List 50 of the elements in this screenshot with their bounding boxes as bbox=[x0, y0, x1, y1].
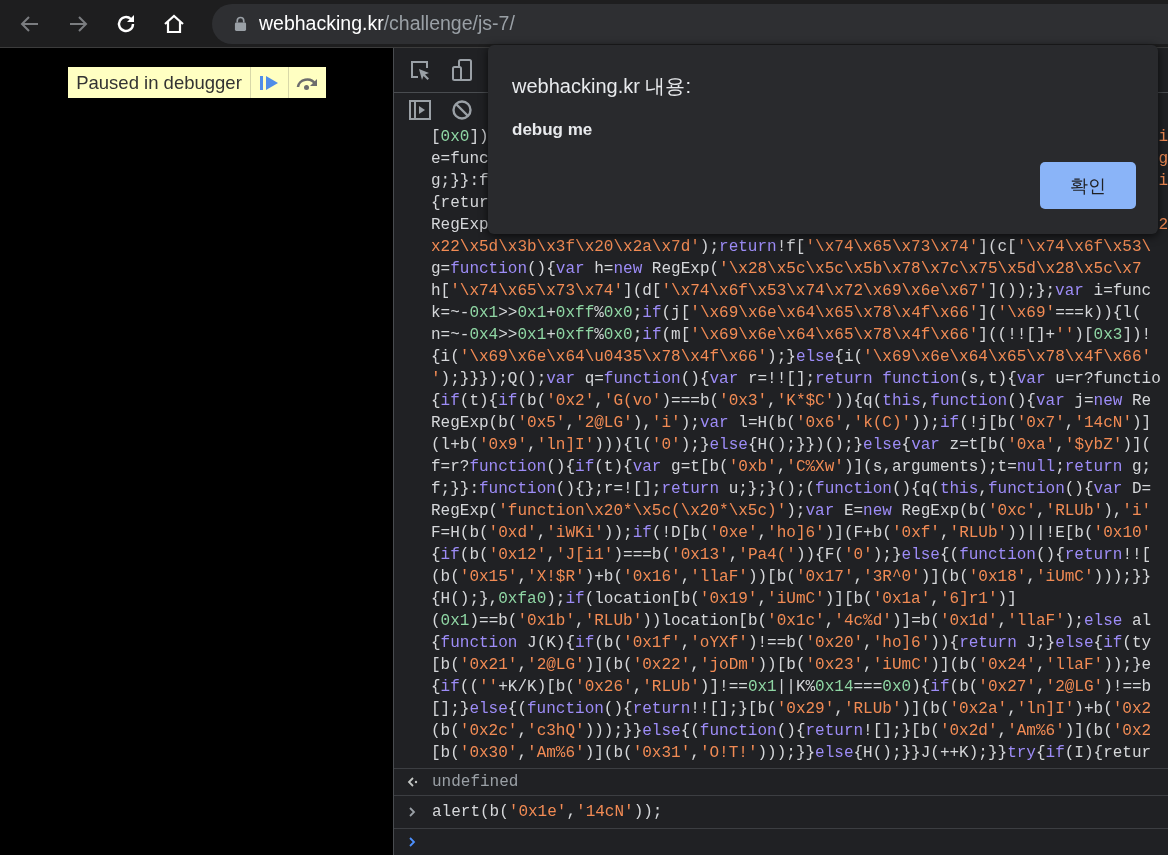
code-line: i bbox=[1158, 127, 1168, 148]
code-line: RegExp(b('0x5','2@LG'),'i');var l=H(b('0x6','k(C)'));if(!j[b('0x7','14cN')] bbox=[431, 413, 1153, 434]
code-line: (b('0x2c','c3hQ')));}}else{(function(){return![];}[b('0x2d','Am%6')](b('0x2 bbox=[431, 721, 1153, 742]
device-toolbar-icon[interactable] bbox=[450, 58, 474, 82]
resume-icon bbox=[259, 74, 280, 91]
code-line: [b('0x21','2@LG')](b('0x22','joDm'))[b('0x23','iUmC')](b('0x24','llaF'));}e bbox=[431, 655, 1153, 676]
command-text: alert(b('0x1e','14cN')); bbox=[432, 803, 663, 821]
inspect-icon[interactable] bbox=[408, 58, 432, 82]
code-line: {if(t){if(b('0x2','G(vo')===b('0x3','K*$C')){q(this,function(){var j=new Re bbox=[431, 391, 1153, 412]
code-line: h['\x74\x65\x73\x74'](d['\x74\x6f\x53\x74\x72\x69\x6e\x67']());};var i=func bbox=[431, 281, 1153, 302]
code-line: {function J(K){if(b('0x1f','oYXf')!==b('0x20','ho]6')){return J;}else{if(ty bbox=[431, 633, 1153, 654]
banner-text: Paused in debugger bbox=[75, 71, 243, 94]
code-line: g=function(){var h=new RegExp('\x28\x5c\x5c\x5b\x78\x7c\x75\x5d\x28\x5c\x7 bbox=[431, 259, 1143, 280]
clear-console-icon[interactable] bbox=[450, 97, 474, 122]
chevron-icon bbox=[406, 806, 418, 818]
code-line: [b('0x30','Am%6')](b('0x31','O!T!')));}}else{H();}}J(++K);}}try{if(I){retur bbox=[431, 743, 1153, 764]
code-line: n=~-0x4>>0x1+0xff%0x0;if(m['\x69\x6e\x64\x65\x78\x4f\x66']((!![]+'')[0x3])! bbox=[431, 325, 1153, 346]
code-line: [];}else{(function(){return!![];}[b('0x29','RLUb')](b('0x2a','ln]I')+b('0x2 bbox=[431, 699, 1153, 720]
code-line: [0x0]) bbox=[431, 127, 489, 148]
lock-icon bbox=[234, 16, 247, 31]
code-line: {i('\x69\x6e\x64\u0435\x78\x4f\x66');}else{i('\x69\x6e\x64\x65\x78\x4f\x66' bbox=[431, 347, 1153, 368]
code-line: RegExp('function\x20*\x5c(\x20*\x5c)');var E=new RegExp(b('0xc','RLUb'),'i' bbox=[431, 501, 1153, 522]
code-line: ');}}});Q();var q=function(){var r=!![];return function(s,t){var u=r?functio bbox=[431, 369, 1162, 390]
code-line: k=~-0x1>>0x1+0xff%0x0;if(j['\x69\x6e\x64\x65\x78\x4f\x66']('\x69'===k)){l( bbox=[431, 303, 1143, 324]
code-line: x22\x5d\x3b\x3f\x20\x2a\x7d');return!f['\x74\x65\x73\x74'](c['\x74\x6f\x53\ bbox=[431, 237, 1153, 258]
address-bar[interactable]: webhacking.kr/challenge/js-7/ bbox=[212, 3, 1168, 44]
code-line: f;}}:function(){};r=![];return u;};}();(function(){q(this,function(){var D= bbox=[431, 479, 1153, 500]
code-line: g;}}:f bbox=[431, 171, 489, 192]
dialog-message: debug me bbox=[512, 120, 594, 140]
code-line: e=func bbox=[431, 149, 489, 170]
code-line: {if((''+K/K)[b('0x26','RLUb')]!==0x1||K%0x14===0x0){if(b('0x27','2@LG')!==b bbox=[431, 677, 1153, 698]
console-result: undefined bbox=[432, 773, 519, 791]
code-line: (0x1)==b('0x1b','RLUb'))location[b('0x1c','4c%d')]=b('0x1d','llaF');else al bbox=[431, 611, 1153, 632]
code-line: g bbox=[1158, 149, 1168, 170]
code-line: f=r?function(){if(t){var g=t[b('0xb','C%Xw')](s,arguments);t=null;return g; bbox=[431, 457, 1153, 478]
code-line: 2 bbox=[1158, 215, 1168, 236]
code-line: (l+b('0x9','ln]I'))){l('0');}else{H();}})();}else{var z=t[b('0xa','$ybZ')]( bbox=[431, 435, 1153, 456]
code-line: RegExp bbox=[431, 215, 489, 236]
prompt-icon[interactable] bbox=[406, 836, 418, 848]
code-line: (b('0x15','X!$R')+b('0x16','llaF'))[b('0x17','3R^0')](b('0x18','iUmC')));}} bbox=[431, 567, 1153, 588]
url-text: webhacking.kr/challenge/js-7/ bbox=[259, 12, 515, 35]
code-line: {H();},0xfa0);if(location[b('0x19','iUmC')][b('0x1a','6]r1')] bbox=[431, 589, 1018, 610]
code-line: {if(b('0x12','J[i1')===b('0x13','Pa4(')){F('0');}else{(function(){return!![ bbox=[431, 545, 1153, 566]
code-line: F=H(b('0xd','iWKi'));if(!D[b('0xe','ho]6')](F+b('0xf','RLUb'))||!E[b('0x10' bbox=[431, 523, 1153, 544]
result-arrow-icon bbox=[406, 776, 418, 788]
sidebar-toggle-icon[interactable] bbox=[408, 97, 432, 122]
code-line: i bbox=[1158, 171, 1168, 192]
ok-button[interactable]: 확인 bbox=[1040, 162, 1136, 209]
dialog-title: webhacking.kr 내용: bbox=[512, 74, 692, 99]
code-line: {retur bbox=[431, 193, 489, 214]
